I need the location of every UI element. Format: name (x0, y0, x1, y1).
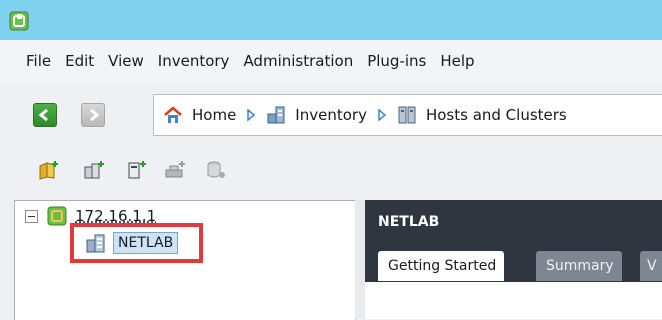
breadcrumb-inventory-label: Inventory (295, 106, 367, 124)
breadcrumb-home[interactable]: Home (163, 105, 236, 125)
content-header: NETLAB Getting Started Summary V (365, 200, 662, 282)
tab-virtual-machines[interactable]: V (640, 251, 662, 281)
home-icon (164, 106, 182, 123)
arrow-right-icon (90, 108, 100, 122)
red-highlight-box (70, 223, 203, 263)
menu-inventory[interactable]: Inventory (151, 40, 237, 82)
panel-title: NETLAB (378, 214, 440, 230)
vsphere-app-icon (9, 11, 29, 31)
new-vm-icon[interactable] (164, 159, 186, 181)
inventory-toolbar (0, 144, 662, 196)
breadcrumb-separator-icon (378, 109, 387, 121)
breadcrumb-separator-icon (247, 109, 256, 121)
window-titlebar (0, 0, 662, 40)
menu-bar: File Edit View Inventory Administration … (0, 40, 662, 82)
inventory-icon (267, 106, 285, 124)
hosts-clusters-icon (398, 106, 416, 124)
breadcrumb-hosts-clusters-label: Hosts and Clusters (425, 106, 567, 124)
menu-edit[interactable]: Edit (58, 40, 101, 82)
vcenter-icon (47, 206, 67, 226)
inventory-tree-pane: 172.16.1.1 NETLAB (14, 200, 356, 320)
forward-button[interactable] (81, 103, 105, 127)
menu-administration[interactable]: Administration (236, 40, 360, 82)
tab-getting-started[interactable]: Getting Started (378, 251, 505, 281)
new-resource-pool-icon[interactable] (205, 159, 227, 181)
content-pane: NETLAB Getting Started Summary V (365, 200, 662, 319)
pane-splitter[interactable] (355, 200, 365, 319)
back-button[interactable] (33, 103, 57, 127)
breadcrumb-hosts-clusters[interactable]: Hosts and Clusters (397, 105, 567, 125)
new-datacenter-icon[interactable] (83, 159, 105, 181)
breadcrumb: Home Inventory Hosts and Clusters (153, 94, 662, 136)
new-folder-icon[interactable] (38, 159, 60, 181)
breadcrumb-inventory[interactable]: Inventory (266, 105, 367, 125)
breadcrumb-home-label: Home (192, 106, 237, 124)
menu-view[interactable]: View (101, 40, 151, 82)
tab-summary[interactable]: Summary (536, 251, 622, 281)
menu-file[interactable]: File (0, 40, 58, 82)
navigation-bar: Home Inventory Hosts and Clusters (0, 82, 662, 144)
collapse-toggle[interactable] (25, 209, 38, 223)
menu-help[interactable]: Help (433, 40, 481, 82)
arrow-left-icon (38, 108, 48, 122)
add-host-icon[interactable] (125, 159, 147, 181)
menu-plugins[interactable]: Plug-ins (360, 40, 433, 82)
